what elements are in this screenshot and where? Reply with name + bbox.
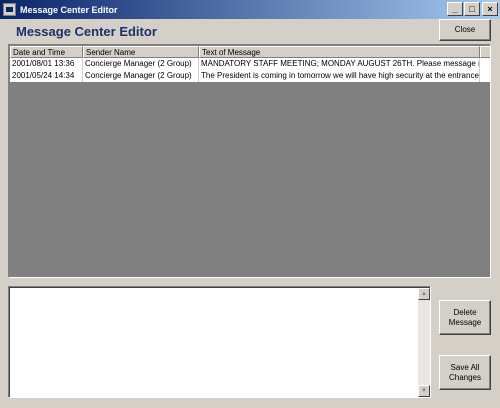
vertical-scrollbar[interactable]: ▲ ▼ bbox=[418, 288, 430, 397]
column-header-sender-name[interactable]: Sender Name bbox=[83, 46, 199, 58]
message-list[interactable]: Date and Time Sender Name Text of Messag… bbox=[8, 44, 491, 278]
cell-date-time: 2001/05/24 14:34 bbox=[10, 70, 83, 82]
page-title: Message Center Editor bbox=[16, 24, 157, 39]
cell-message-text: The President is coming in tomorrow we w… bbox=[201, 70, 480, 82]
window-close-button[interactable]: × bbox=[482, 2, 498, 16]
column-header-filler bbox=[480, 46, 490, 58]
window-title: Message Center Editor bbox=[20, 4, 118, 15]
message-text-editor[interactable]: ▲ ▼ bbox=[8, 286, 431, 398]
scroll-down-arrow-icon[interactable]: ▼ bbox=[418, 385, 430, 397]
window-controls: _ □ × bbox=[446, 2, 498, 16]
message-list-header: Date and Time Sender Name Text of Messag… bbox=[10, 46, 490, 58]
title-bar[interactable]: Message Center Editor _ □ × bbox=[0, 0, 500, 19]
close-button[interactable]: Close bbox=[439, 19, 491, 41]
table-row[interactable]: 2001/05/24 14:34 Concierge Manager (2 Gr… bbox=[10, 70, 490, 82]
cell-filler bbox=[480, 70, 490, 82]
column-header-date-time[interactable]: Date and Time bbox=[10, 46, 83, 58]
cell-sender-name: Concierge Manager (2 Group) bbox=[83, 58, 199, 70]
cell-sender-name: Concierge Manager (2 Group) bbox=[83, 70, 199, 82]
delete-message-button[interactable]: Delete Message bbox=[439, 300, 491, 335]
scroll-up-arrow-icon[interactable]: ▲ bbox=[418, 288, 430, 300]
cell-filler bbox=[480, 58, 490, 70]
table-row[interactable]: 2001/08/01 13:36 Concierge Manager (2 Gr… bbox=[10, 58, 490, 70]
minimize-button[interactable]: _ bbox=[447, 2, 463, 16]
cell-date-time: 2001/08/01 13:36 bbox=[10, 58, 83, 70]
maximize-button[interactable]: □ bbox=[464, 2, 480, 16]
save-all-changes-button[interactable]: Save All Changes bbox=[439, 355, 491, 390]
cell-message-text: MANDATORY STAFF MEETING; MONDAY AUGUST 2… bbox=[201, 58, 480, 70]
application-icon[interactable] bbox=[3, 3, 16, 16]
column-header-text-of-message[interactable]: Text of Message bbox=[199, 46, 480, 58]
